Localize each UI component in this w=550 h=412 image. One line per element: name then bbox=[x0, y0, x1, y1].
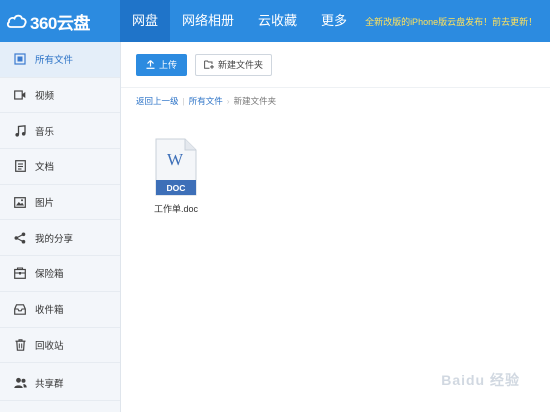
file-glyph: W bbox=[167, 150, 184, 169]
file-grid: W DOC 工作单.doc bbox=[121, 114, 550, 215]
main-content: 上传 新建文件夹 返回上一级 | 所有文件 › 新建文件夹 W DOC 工作单.… bbox=[121, 42, 550, 412]
sidebar-item-recycle-bin[interactable]: 回收站 bbox=[0, 328, 120, 364]
sidebar-item-shared-group[interactable]: 共享群 bbox=[0, 365, 120, 401]
video-icon bbox=[13, 88, 27, 102]
logo-text: 360云盘 bbox=[30, 13, 90, 33]
sidebar-item-label: 保险箱 bbox=[35, 269, 64, 281]
update-notice-link[interactable]: 全新改版的iPhone版云盘发布！前去更新！ bbox=[365, 15, 537, 28]
breadcrumb-all-files-link[interactable]: 所有文件 bbox=[189, 95, 223, 107]
new-folder-icon bbox=[204, 60, 214, 69]
sidebar-item-label: 图片 bbox=[35, 198, 55, 210]
doc-file-icon: W DOC bbox=[155, 138, 197, 196]
image-icon bbox=[13, 195, 27, 209]
file-item[interactable]: W DOC 工作单.doc bbox=[146, 138, 206, 215]
nav-tab-album[interactable]: 网络相册 bbox=[170, 0, 246, 42]
cloud-logo-icon bbox=[6, 14, 27, 28]
sidebar-item-label: 我的分享 bbox=[35, 233, 74, 245]
safe-icon bbox=[13, 266, 27, 280]
top-nav: 网盘 网络相册 云收藏 更多 bbox=[120, 0, 359, 42]
all-files-icon bbox=[13, 52, 27, 66]
sidebar-item-label: 共享群 bbox=[35, 378, 64, 390]
sidebar: 所有文件 视频 音乐 文档 图片 我的分享 保险箱 收件箱 回收站 共享群 bbox=[0, 42, 121, 412]
new-folder-label: 新建文件夹 bbox=[218, 60, 264, 70]
document-icon bbox=[13, 159, 27, 173]
sidebar-item-my-shares[interactable]: 我的分享 bbox=[0, 220, 120, 257]
breadcrumb-back-link[interactable]: 返回上一级 bbox=[136, 95, 179, 107]
breadcrumb-current: 新建文件夹 bbox=[233, 96, 277, 106]
share-icon bbox=[13, 231, 27, 245]
group-icon bbox=[13, 376, 27, 390]
sidebar-item-label: 文档 bbox=[35, 162, 55, 174]
logo[interactable]: 360云盘 bbox=[0, 0, 120, 42]
nav-tab-netdisk[interactable]: 网盘 bbox=[120, 0, 171, 42]
top-header: 360云盘 网盘 网络相册 云收藏 更多 全新改版的iPhone版云盘发布！前去… bbox=[0, 0, 550, 42]
sidebar-item-label: 所有文件 bbox=[35, 55, 74, 67]
sidebar-item-label: 回收站 bbox=[35, 340, 64, 352]
music-icon bbox=[13, 124, 27, 138]
sidebar-item-inbox[interactable]: 收件箱 bbox=[0, 292, 120, 328]
trash-icon bbox=[13, 338, 27, 352]
breadcrumb: 返回上一级 | 所有文件 › 新建文件夹 bbox=[121, 88, 550, 114]
sidebar-item-documents[interactable]: 文档 bbox=[0, 149, 120, 185]
sidebar-item-label: 收件箱 bbox=[35, 305, 64, 317]
toolbar: 上传 新建文件夹 bbox=[121, 42, 550, 88]
upload-icon bbox=[146, 60, 155, 69]
sidebar-item-label: 视频 bbox=[35, 91, 55, 103]
new-folder-button[interactable]: 新建文件夹 bbox=[195, 53, 273, 76]
sidebar-item-images[interactable]: 图片 bbox=[0, 185, 120, 221]
chevron-right-icon: › bbox=[226, 96, 230, 106]
breadcrumb-separator: | bbox=[182, 96, 185, 106]
watermark: Baidu 经验 bbox=[441, 372, 520, 388]
sidebar-item-all-files[interactable]: 所有文件 bbox=[0, 42, 120, 78]
upload-button[interactable]: 上传 bbox=[136, 53, 188, 76]
sidebar-item-safe[interactable]: 保险箱 bbox=[0, 256, 120, 292]
app-window: 360云盘 网盘 网络相册 云收藏 更多 全新改版的iPhone版云盘发布！前去… bbox=[0, 0, 550, 412]
upload-label: 上传 bbox=[159, 60, 178, 70]
file-type-label: DOC bbox=[167, 183, 186, 193]
file-name: 工作单.doc bbox=[153, 204, 198, 214]
sidebar-item-label: 音乐 bbox=[35, 126, 55, 138]
sidebar-item-video[interactable]: 视频 bbox=[0, 78, 120, 114]
inbox-icon bbox=[13, 302, 27, 316]
nav-tab-favorites[interactable]: 云收藏 bbox=[246, 0, 309, 42]
sidebar-item-music[interactable]: 音乐 bbox=[0, 113, 120, 150]
nav-tab-more[interactable]: 更多 bbox=[309, 0, 359, 42]
